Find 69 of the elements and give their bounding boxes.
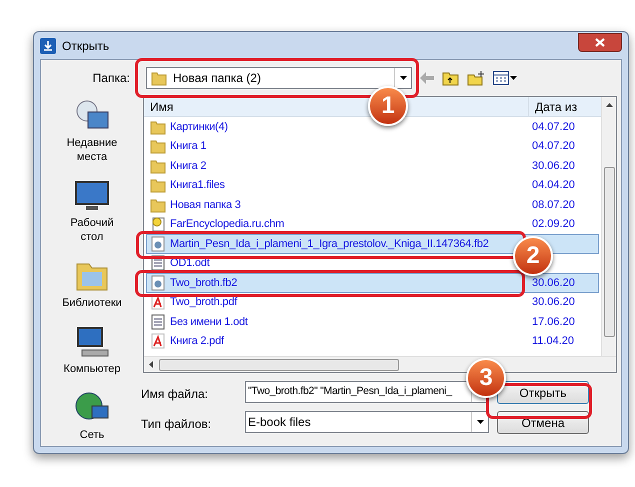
caret-icon (476, 420, 484, 424)
file-date: 02.09.20 (531, 217, 575, 232)
close-icon (595, 38, 605, 47)
folder-icon (150, 196, 166, 213)
file-row[interactable]: Новая папка 3 08.07.20 (146, 195, 599, 214)
folder-icon (150, 118, 166, 135)
file-date: 17.06.20 (531, 314, 575, 330)
text-document-icon (150, 314, 166, 330)
scroll-thumb[interactable] (159, 358, 399, 370)
file-date: 30.06.20 (531, 276, 575, 290)
vertical-scrollbar[interactable] (601, 97, 616, 356)
place-item[interactable]: Недавние места (46, 98, 138, 164)
help-file-icon (150, 216, 166, 232)
file-name: Книга 1 (170, 139, 206, 154)
file-row[interactable]: Two_broth.fb2 30.06.20 (146, 273, 599, 292)
file-row[interactable]: Книга 2 30.06.20 (146, 156, 599, 176)
place-item[interactable]: Компьютер (46, 324, 138, 376)
pdf-icon (150, 333, 166, 350)
caret-icon (510, 76, 517, 80)
folder-label: Папка: (92, 70, 131, 87)
file-type-dropdown[interactable]: E-book files (245, 411, 489, 433)
file-row[interactable]: Книга 1 04.07.20 (146, 136, 599, 156)
back-arrow-icon[interactable] (420, 72, 434, 84)
file-date: 30.06.20 (531, 158, 575, 174)
window-title: Открыть (62, 38, 110, 54)
file-row[interactable]: Без имени 1.odt 17.06.20 (146, 312, 599, 332)
scroll-left-icon (149, 361, 153, 368)
file-name: Two_broth.pdf (170, 295, 238, 310)
file-row[interactable]: FarEncyclopedia.ru.chm 02.09.20 (146, 214, 599, 234)
file-date: 30.06.20 (531, 295, 575, 310)
file-name: Без имени 1.odt (170, 314, 248, 330)
view-menu-icon[interactable] (493, 71, 509, 85)
folder-icon (150, 158, 166, 174)
up-folder-icon[interactable] (442, 70, 459, 86)
file-date: 04.07.20 (531, 120, 575, 134)
folder-dropdown[interactable]: Новая папка (2) (146, 67, 412, 89)
file-row[interactable]: Книга 2.pdf 11.04.20 (146, 332, 599, 351)
folder-icon (150, 177, 166, 194)
scroll-up-icon (606, 103, 612, 107)
place-item[interactable]: Рабочий стол (46, 178, 138, 244)
file-row[interactable]: Two_broth.pdf 30.06.20 (146, 292, 599, 312)
file-name: Книга 2.pdf (170, 334, 224, 349)
close-button[interactable] (578, 33, 622, 52)
file-row[interactable]: Книга1.files 04.04.20 (146, 176, 599, 195)
folder-icon (151, 70, 167, 86)
file-type-label: Тип файлов: (141, 416, 212, 433)
document-icon (150, 236, 166, 252)
file-name: Картинки(4) (170, 120, 228, 134)
file-name: FarEncyclopedia.ru.chm (170, 217, 284, 232)
app-icon (40, 38, 56, 54)
folder-icon (150, 138, 166, 154)
place-item[interactable]: Библиотеки (46, 258, 138, 310)
new-folder-icon[interactable] (467, 70, 485, 86)
document-icon (150, 274, 166, 291)
file-name: Книга1.files (170, 178, 225, 193)
file-name: Martin_Pesn_Ida_i_plameni_1_Igra_prestolov._Kniga_II.147364.fb2 (170, 236, 489, 252)
file-date: 04.04.20 (531, 178, 575, 193)
folder-value: Новая папка (2) (173, 70, 262, 87)
file-date: 08.07.20 (531, 198, 575, 212)
file-date: 04.07.20 (531, 139, 575, 154)
caret-icon (400, 76, 406, 80)
file-name-label: Имя файла: (141, 386, 209, 403)
column-header[interactable]: Дата из (529, 97, 601, 117)
file-name: Новая папка 3 (170, 198, 241, 212)
scroll-thumb[interactable] (604, 167, 614, 337)
file-name: Two_broth.fb2 (170, 276, 238, 290)
file-name: Книга 2 (170, 158, 206, 174)
place-item[interactable]: Сеть (46, 390, 138, 442)
file-date: 11.04.20 (531, 334, 574, 349)
